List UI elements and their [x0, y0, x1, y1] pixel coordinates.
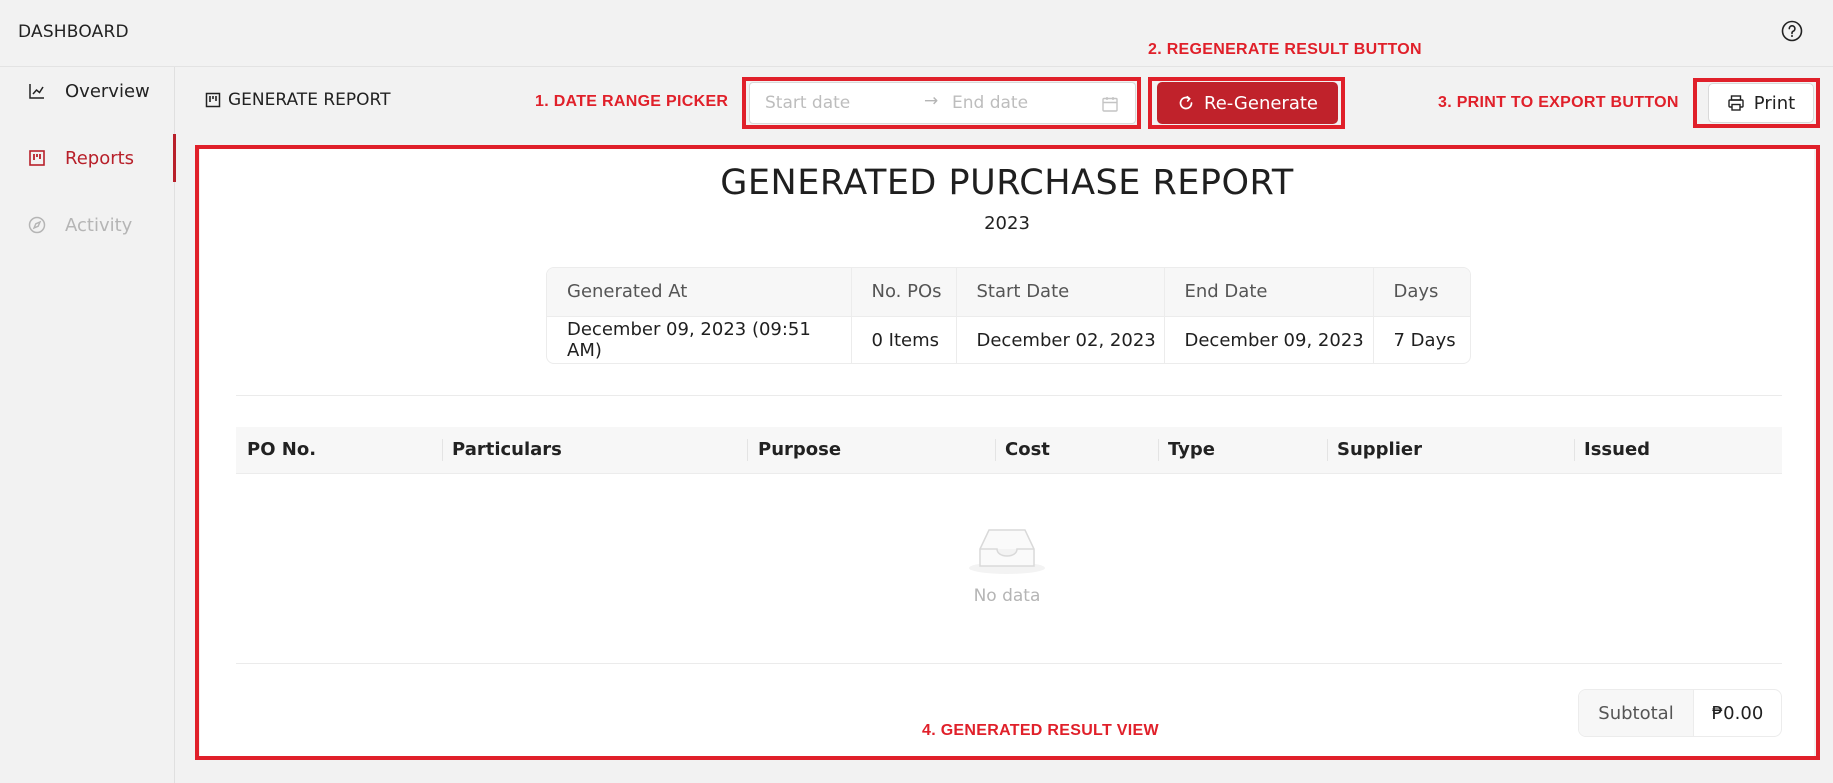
table-header-cell: Days: [1373, 268, 1470, 317]
subtotal-box: Subtotal ₱0.00: [1578, 689, 1782, 737]
column-separator: [1327, 439, 1328, 461]
column-header[interactable]: Purpose: [758, 439, 841, 460]
calendar-icon[interactable]: [1101, 95, 1119, 113]
page-title-label: GENERATE REPORT: [228, 90, 391, 110]
start-date-input[interactable]: Start date: [765, 93, 850, 113]
sidebar-item-label: Overview: [65, 80, 150, 102]
column-separator: [995, 439, 996, 461]
report-year: 2023: [984, 213, 1030, 234]
column-separator: [1158, 439, 1159, 461]
column-header[interactable]: PO No.: [247, 439, 316, 460]
table-header-cell: Start Date: [956, 268, 1165, 317]
regenerate-label: Re-Generate: [1204, 92, 1318, 114]
sidebar-item-label: Activity: [65, 214, 133, 236]
subtotal-label: Subtotal: [1579, 690, 1694, 736]
empty-inbox-icon: [968, 523, 1046, 575]
page-title: GENERATE REPORT: [205, 90, 390, 110]
column-header[interactable]: Type: [1168, 439, 1215, 460]
column-header[interactable]: Supplier: [1337, 439, 1422, 460]
table-header-cell: Generated At: [547, 268, 852, 317]
help-circle-icon[interactable]: [1781, 20, 1803, 42]
regenerate-button[interactable]: Re-Generate: [1157, 82, 1338, 124]
column-header[interactable]: Issued: [1584, 439, 1650, 460]
table-header-row: Generated At No. POs Start Date End Date…: [547, 268, 1470, 317]
annotation-regenerate-button: 2. REGENERATE RESULT BUTTON: [1148, 41, 1422, 58]
table-cell: 0 Items: [851, 316, 957, 363]
table-cell: December 09, 2023: [1164, 316, 1374, 363]
empty-state-text: No data: [973, 586, 1041, 606]
annotation-result-view: 4. GENERATED RESULT VIEW: [922, 722, 1159, 739]
top-bar: DASHBOARD: [0, 0, 1833, 67]
sidebar-item-label: Reports: [65, 147, 135, 169]
sidebar-item-overview[interactable]: Overview: [0, 67, 175, 115]
date-range-picker[interactable]: Start date → End date: [749, 82, 1136, 124]
column-header[interactable]: Particulars: [452, 439, 562, 460]
table-header-cell: No. POs: [851, 268, 957, 317]
arrow-right-icon: →: [924, 91, 939, 111]
annotation-print-button: 3. PRINT TO EXPORT BUTTON: [1438, 94, 1679, 111]
column-separator: [747, 439, 748, 461]
print-button[interactable]: Print: [1708, 83, 1814, 123]
column-separator: [1574, 439, 1575, 461]
compass-icon: [28, 216, 46, 234]
table-cell: December 09, 2023 (09:51 AM): [547, 316, 852, 363]
column-header[interactable]: Cost: [1005, 439, 1050, 460]
end-date-input[interactable]: End date: [952, 93, 1028, 113]
app-title: DASHBOARD: [18, 22, 129, 42]
po-table-header: PO No. Particulars Purpose Cost Type Sup…: [236, 427, 1782, 474]
divider: [236, 663, 1782, 664]
column-separator: [442, 439, 443, 461]
printer-icon: [1727, 94, 1745, 112]
sidebar-item-reports[interactable]: Reports: [0, 134, 176, 182]
generated-result-view: GENERATED PURCHASE REPORT 2023 Generated…: [200, 149, 1814, 756]
sidebar: Overview Reports Activity: [0, 67, 176, 783]
reload-icon: [1177, 94, 1195, 112]
report-title: GENERATED PURCHASE REPORT: [720, 163, 1294, 203]
report-meta-table: Generated At No. POs Start Date End Date…: [546, 267, 1471, 364]
project-board-icon: [28, 149, 46, 167]
annotation-date-range-picker: 1. DATE RANGE PICKER: [535, 93, 729, 110]
divider: [236, 395, 1782, 396]
table-cell: December 02, 2023: [956, 316, 1165, 363]
print-label: Print: [1753, 92, 1796, 114]
subtotal-value: ₱0.00: [1711, 702, 1764, 724]
sidebar-item-activity[interactable]: Activity: [0, 201, 175, 249]
table-header-cell: End Date: [1164, 268, 1374, 317]
table-row: December 09, 2023 (09:51 AM) 0 Items Dec…: [547, 316, 1470, 363]
table-cell: 7 Days: [1393, 329, 1456, 351]
project-board-icon: [205, 92, 221, 108]
line-chart-icon: [28, 82, 46, 100]
